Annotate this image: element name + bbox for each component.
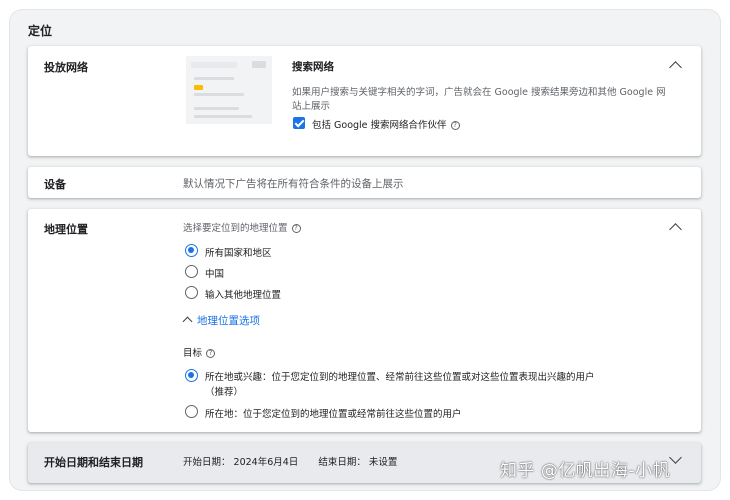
end-date-label: 结束日期： (318, 457, 366, 468)
chevron-up-icon (182, 316, 193, 327)
location-label: 地理位置 (44, 223, 88, 236)
devices-card[interactable]: 设备 默认情况下广告将在所有符合条件的设备上展示 (28, 167, 701, 198)
expand-dates-chevron-icon[interactable] (669, 451, 682, 464)
partners-checkbox-label: 包括 Google 搜索网络合作伙伴 (312, 120, 447, 131)
radio-other-location[interactable] (185, 286, 198, 299)
target-option-2-line1: 所在地：位于您定位到的地理位置或经常前往这些位置的用户 (205, 409, 462, 420)
radio-all-countries[interactable] (185, 244, 198, 257)
partners-checkbox[interactable] (293, 117, 305, 129)
partners-checkbox-label-row: 包括 Google 搜索网络合作伙伴? (312, 117, 460, 131)
network-description-line2: 站上展示 (292, 101, 331, 112)
target-label: 目标 (183, 348, 203, 359)
end-date-value: 未设置 (368, 457, 398, 468)
location-prompt-row: 选择要定位到的地理位置? (183, 220, 301, 234)
radio-china[interactable] (185, 265, 198, 278)
network-label: 投放网络 (44, 61, 88, 74)
target-label-row: 目标? (183, 345, 216, 359)
option-all-countries-label: 所有国家和地区 (205, 248, 272, 259)
help-icon[interactable]: ? (450, 121, 460, 130)
location-card: 地理位置 选择要定位到的地理位置? 所有国家和地区 中国 输入其他地理位置 地理… (28, 209, 701, 432)
network-card: 投放网络 搜索网络 如果用户搜索与关键字相关的字词，广告就会在 Google 搜… (28, 46, 701, 156)
collapse-location-chevron-icon[interactable] (669, 223, 682, 236)
search-network-title: 搜索网络 (292, 61, 334, 73)
devices-summary: 默认情况下广告将在所有符合条件的设备上展示 (183, 178, 404, 190)
location-options-link[interactable]: 地理位置选项 (182, 313, 260, 328)
target-option-1-line2: （推荐） (205, 387, 244, 398)
location-options-link-label: 地理位置选项 (197, 315, 260, 327)
dates-label: 开始日期和结束日期 (44, 456, 143, 469)
help-icon[interactable]: ? (206, 349, 216, 358)
search-network-illustration (186, 56, 272, 124)
section-title: 定位 (28, 24, 53, 38)
collapse-network-chevron-icon[interactable] (669, 61, 682, 74)
radio-presence-or-interest[interactable] (185, 369, 198, 382)
start-date-value: 2024年6月4日 (233, 457, 299, 468)
network-description-line1: 如果用户搜索与关键字相关的字词，广告就会在 Google 搜索结果旁边和其他 G… (292, 87, 666, 98)
option-china-label: 中国 (205, 269, 225, 280)
location-prompt: 选择要定位到的地理位置 (183, 223, 288, 234)
targeting-panel: 定位 投放网络 搜索网络 如果用户搜索与关键字相关的字词，广告就会在 Googl… (10, 10, 720, 490)
help-icon[interactable]: ? (291, 224, 301, 233)
option-other-location-label: 输入其他地理位置 (205, 290, 282, 301)
radio-presence[interactable] (185, 405, 198, 418)
dates-summary: 开始日期： 2024年6月4日 结束日期： 未设置 (183, 454, 397, 468)
devices-label: 设备 (44, 178, 66, 191)
target-option-1-line1: 所在地或兴趣：位于您定位到的地理位置、经常前往这些位置或对这些位置表现出兴趣的用… (205, 372, 595, 383)
watermark: 知乎 @亿帆出海-小帆 (500, 461, 671, 481)
start-date-label: 开始日期： (183, 457, 231, 468)
